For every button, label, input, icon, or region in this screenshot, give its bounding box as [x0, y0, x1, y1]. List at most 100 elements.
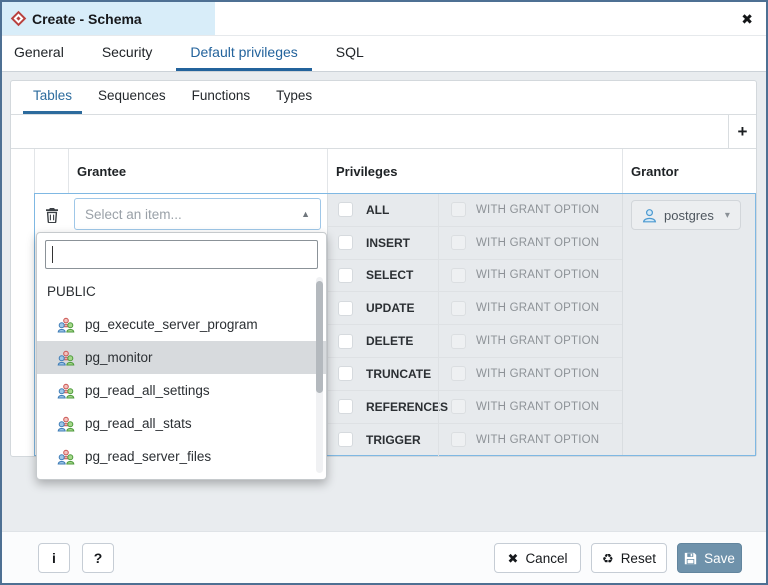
- dropdown-item-label: pg_read_all_stats: [85, 416, 192, 431]
- text-cursor: [52, 246, 53, 263]
- subtab-sequences[interactable]: Sequences: [88, 81, 176, 114]
- privilege-checkbox-truncate[interactable]: [338, 366, 353, 381]
- privilege-checkbox-update[interactable]: [338, 301, 353, 316]
- with-grant-checkbox-delete[interactable]: [451, 334, 466, 349]
- grid-header: Grantee Privileges Grantor: [34, 149, 756, 193]
- schema-diamond-icon: [11, 11, 27, 27]
- dropdown-item-label: pg_execute_server_program: [85, 317, 258, 332]
- dropdown-list: PUBLIC pg_execute_server_program: [37, 275, 326, 473]
- privilege-row-update: UPDATE WITH GRANT OPTION: [328, 292, 622, 325]
- tab-content: Tables Sequences Functions Types + Grant…: [2, 72, 766, 531]
- reset-button[interactable]: ♻ Reset: [591, 543, 667, 573]
- privilege-label: REFERENCES: [366, 400, 448, 414]
- privilege-checkbox-select[interactable]: [338, 268, 353, 283]
- group-role-icon: [57, 416, 75, 432]
- privilege-row-references: REFERENCES WITH GRANT OPTION: [328, 391, 622, 424]
- tab-general[interactable]: General: [14, 36, 78, 71]
- privilege-row-truncate: TRUNCATE WITH GRANT OPTION: [328, 358, 622, 391]
- user-icon: [642, 208, 657, 223]
- with-grant-checkbox-all[interactable]: [451, 202, 466, 217]
- privilege-row-select: SELECT WITH GRANT OPTION: [328, 260, 622, 293]
- group-role-icon: [57, 350, 75, 366]
- footer-bar: i ? ✖ Cancel ♻ Reset Save: [2, 531, 766, 583]
- save-label: Save: [704, 551, 735, 566]
- save-disk-icon: [684, 552, 697, 565]
- group-role-icon: [57, 383, 75, 399]
- main-tab-bar: General Security Default privileges SQL: [2, 36, 766, 72]
- dropdown-item-pg-execute-server-program[interactable]: pg_execute_server_program: [37, 308, 326, 341]
- help-button[interactable]: ?: [82, 543, 114, 573]
- with-grant-checkbox-trigger[interactable]: [451, 432, 466, 447]
- add-row-button[interactable]: +: [728, 115, 756, 148]
- dropdown-item-label: pg_read_server_files: [85, 449, 211, 464]
- privileges-cell: ALL WITH GRANT OPTION INSERT WITH GRANT …: [327, 194, 622, 455]
- dropdown-item-pg-monitor[interactable]: pg_monitor: [37, 341, 326, 374]
- privilege-label: DELETE: [366, 334, 413, 348]
- dropdown-item-public[interactable]: PUBLIC: [37, 275, 326, 308]
- reset-label: Reset: [621, 551, 656, 566]
- sql-info-button[interactable]: i: [38, 543, 70, 573]
- grid-header-privileges: Privileges: [328, 149, 623, 193]
- privilege-row-delete: DELETE WITH GRANT OPTION: [328, 325, 622, 358]
- dropdown-item-pg-read-all-stats[interactable]: pg_read_all_stats: [37, 407, 326, 440]
- object-type-tab-bar: Tables Sequences Functions Types: [11, 81, 756, 115]
- privilege-label: ALL: [366, 203, 389, 217]
- privilege-row-insert: INSERT WITH GRANT OPTION: [328, 227, 622, 260]
- dropdown-item-pg-read-all-settings[interactable]: pg_read_all_settings: [37, 374, 326, 407]
- with-grant-checkbox-update[interactable]: [451, 301, 466, 316]
- group-role-icon: [57, 449, 75, 465]
- dropdown-scrollbar-thumb[interactable]: [316, 281, 323, 393]
- title-chip: Create - Schema: [2, 2, 215, 35]
- grid-header-grantee: Grantee: [69, 149, 328, 193]
- grantor-select[interactable]: postgres ▾: [631, 200, 741, 230]
- chevron-up-icon: ▲: [301, 209, 310, 219]
- dropdown-item-pg-read-server-files[interactable]: pg_read_server_files: [37, 440, 326, 473]
- tab-security[interactable]: Security: [88, 36, 167, 71]
- with-grant-checkbox-references[interactable]: [451, 399, 466, 414]
- tab-default-privileges[interactable]: Default privileges: [176, 36, 311, 71]
- with-grant-checkbox-insert[interactable]: [451, 235, 466, 250]
- privilege-checkbox-trigger[interactable]: [338, 432, 353, 447]
- dropdown-search: [45, 240, 318, 269]
- with-grant-label: WITH GRANT OPTION: [476, 401, 599, 413]
- chevron-down-icon: ▾: [725, 210, 730, 221]
- dropdown-search-input[interactable]: [45, 240, 318, 269]
- with-grant-label: WITH GRANT OPTION: [476, 335, 599, 347]
- grid-header-grantor: Grantor: [623, 149, 756, 193]
- close-icon[interactable]: ✖: [741, 9, 753, 29]
- with-grant-label: WITH GRANT OPTION: [476, 237, 599, 249]
- grantor-value: postgres: [664, 208, 714, 223]
- with-grant-label: WITH GRANT OPTION: [476, 368, 599, 380]
- with-grant-checkbox-select[interactable]: [451, 268, 466, 283]
- privilege-checkbox-all[interactable]: [338, 202, 353, 217]
- privilege-row-all: ALL WITH GRANT OPTION: [328, 194, 622, 227]
- privilege-label: TRUNCATE: [366, 367, 431, 381]
- group-role-icon: [57, 317, 75, 333]
- privilege-checkbox-insert[interactable]: [338, 235, 353, 250]
- with-grant-label: WITH GRANT OPTION: [476, 302, 599, 314]
- privilege-checkbox-references[interactable]: [338, 399, 353, 414]
- create-schema-dialog: Create - Schema ✖ General Security Defau…: [0, 0, 768, 585]
- grantee-select-placeholder: Select an item...: [85, 207, 301, 222]
- with-grant-label: WITH GRANT OPTION: [476, 434, 599, 446]
- subtab-functions[interactable]: Functions: [182, 81, 261, 114]
- grantee-select[interactable]: Select an item... ▲: [74, 198, 321, 230]
- privilege-row-trigger: TRIGGER WITH GRANT OPTION: [328, 424, 622, 457]
- cancel-label: Cancel: [525, 551, 567, 566]
- dialog-title: Create - Schema: [32, 11, 142, 27]
- grantor-cell: postgres ▾: [622, 194, 755, 455]
- save-button[interactable]: Save: [677, 543, 742, 573]
- privilege-checkbox-delete[interactable]: [338, 334, 353, 349]
- with-grant-label: WITH GRANT OPTION: [476, 269, 599, 281]
- privilege-label: UPDATE: [366, 301, 414, 315]
- subtab-types[interactable]: Types: [266, 81, 322, 114]
- dropdown-item-label: PUBLIC: [47, 284, 96, 299]
- with-grant-checkbox-truncate[interactable]: [451, 366, 466, 381]
- grid-header-handle: [35, 149, 69, 193]
- cancel-button[interactable]: ✖ Cancel: [494, 543, 581, 573]
- subtab-tables[interactable]: Tables: [23, 81, 82, 114]
- privilege-label: SELECT: [366, 268, 413, 282]
- tab-sql[interactable]: SQL: [322, 36, 378, 71]
- close-icon: ✖: [508, 552, 519, 565]
- reset-icon: ♻: [602, 552, 614, 565]
